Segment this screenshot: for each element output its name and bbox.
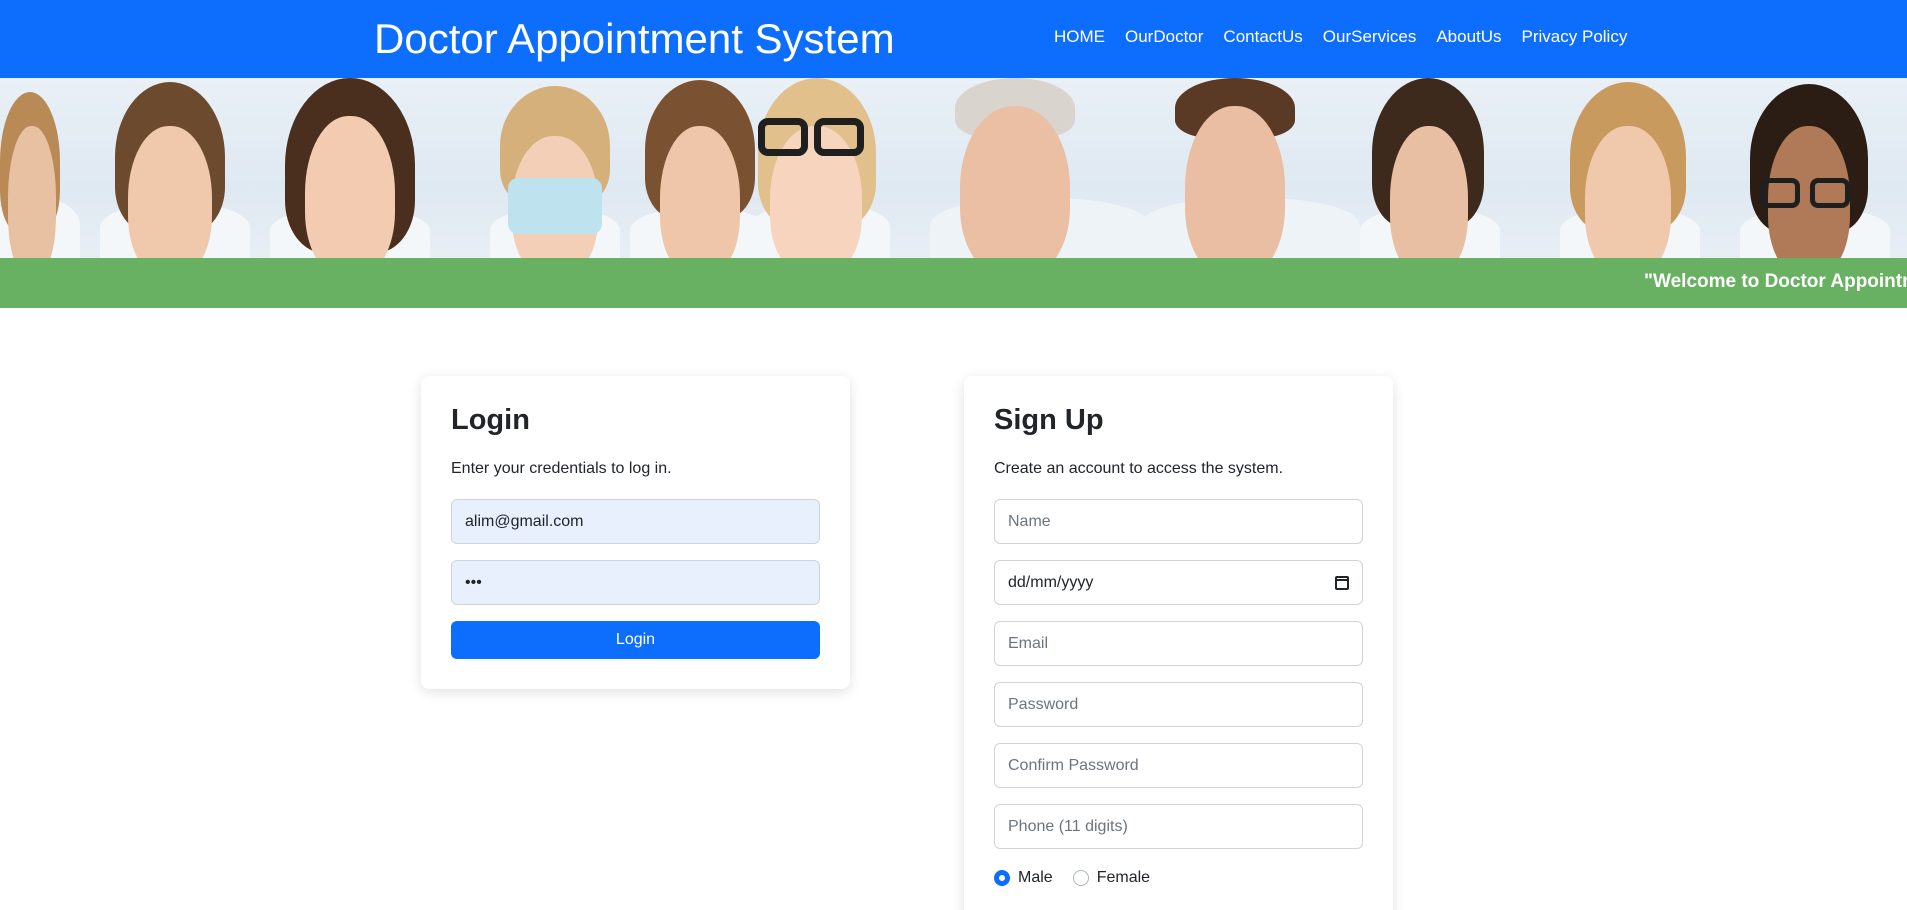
nav-about-us[interactable]: AboutUs (1426, 26, 1511, 48)
nav-contact-us[interactable]: ContactUs (1213, 26, 1312, 48)
login-password-input[interactable] (451, 560, 820, 605)
dob-placeholder: dd/mm/yyyy (1008, 574, 1094, 591)
gender-male-label[interactable]: Male (1018, 869, 1053, 887)
signup-name-input[interactable] (994, 499, 1363, 544)
signup-dob-input[interactable]: dd/mm/yyyy (994, 560, 1363, 605)
gender-female-label[interactable]: Female (1097, 869, 1150, 887)
signup-phone-input[interactable] (994, 804, 1363, 849)
doctors-banner-image (0, 78, 1907, 258)
gender-male-radio[interactable] (994, 870, 1010, 886)
signup-confirm-password-input[interactable] (994, 743, 1363, 788)
gender-radio-group: Male Female (994, 869, 1170, 887)
welcome-ticker: "Welcome to Doctor Appointm (0, 258, 1907, 308)
nav-our-services[interactable]: OurServices (1313, 26, 1427, 48)
top-navbar: Doctor Appointment System HOME OurDoctor… (0, 0, 1907, 78)
login-title: Login (451, 404, 530, 436)
login-card: Login Enter your credentials to log in. … (421, 376, 850, 689)
ticker-text: "Welcome to Doctor Appointm (1644, 271, 1907, 292)
nav-privacy-policy[interactable]: Privacy Policy (1512, 26, 1638, 48)
calendar-icon[interactable] (1335, 575, 1349, 590)
gender-female-radio[interactable] (1072, 870, 1089, 886)
login-subtitle: Enter your credentials to log in. (451, 460, 672, 477)
login-email-input[interactable] (451, 499, 820, 544)
signup-subtitle: Create an account to access the system. (994, 460, 1284, 477)
signup-title: Sign Up (994, 404, 1104, 436)
nav-home[interactable]: HOME (1044, 26, 1115, 48)
login-button[interactable]: Login (451, 621, 820, 659)
main-nav: HOME OurDoctor ContactUs OurServices Abo… (1044, 26, 1637, 48)
nav-our-doctor[interactable]: OurDoctor (1115, 26, 1213, 48)
signup-email-input[interactable] (994, 621, 1363, 666)
signup-card: Sign Up Create an account to access the … (964, 376, 1393, 910)
brand-title[interactable]: Doctor Appointment System (374, 14, 895, 64)
signup-password-input[interactable] (994, 682, 1363, 727)
